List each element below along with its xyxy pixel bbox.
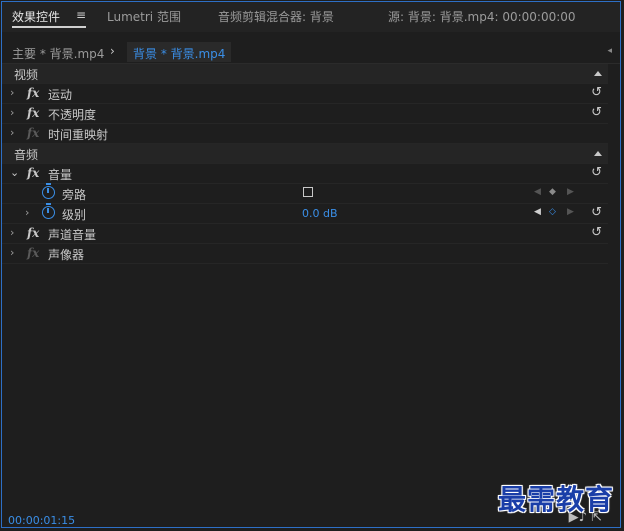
reset-icon[interactable]: ↺: [591, 85, 602, 100]
effect-row-volume[interactable]: ⌄ fx 音量 ↺: [2, 164, 608, 184]
active-tab-indicator: [12, 26, 86, 28]
expand-chevron-icon[interactable]: ›: [10, 226, 14, 239]
effect-row-opacity[interactable]: › fx 不透明度 ↺: [2, 104, 608, 124]
reset-icon[interactable]: ↺: [591, 225, 602, 240]
expand-chevron-icon[interactable]: ›: [10, 86, 14, 99]
effect-row-time-remapping[interactable]: › fx 时间重映射: [2, 124, 608, 144]
section-label: 视频: [14, 68, 39, 82]
level-value[interactable]: 0.0 dB: [302, 207, 338, 220]
effect-row-motion[interactable]: › fx 运动 ↺: [2, 84, 608, 104]
stopwatch-icon[interactable]: [42, 203, 55, 219]
effect-label: 运动: [48, 88, 73, 102]
fx-toggle-icon: fx: [27, 126, 40, 140]
add-keyframe-icon[interactable]: ◇: [549, 207, 556, 217]
add-keyframe-icon[interactable]: ◆: [549, 187, 556, 197]
effect-row-panner[interactable]: › fx 声像器: [2, 244, 608, 264]
collapse-triangle-icon[interactable]: [594, 71, 602, 76]
expand-chevron-icon[interactable]: ›: [10, 246, 14, 259]
chevron-right-icon: ›: [110, 44, 115, 58]
effect-controls-panel: 效果控件 ≡ Lumetri 范围 音频剪辑混合器: 背景 源: 背景: 背景.…: [1, 1, 621, 528]
timeline-toggle-icon[interactable]: ◂: [607, 46, 612, 56]
stopwatch-icon[interactable]: [42, 183, 55, 199]
property-label: 级别: [62, 208, 87, 222]
effect-label: 声道音量: [48, 228, 97, 242]
next-keyframe-icon[interactable]: ▶: [567, 187, 574, 197]
watermark-logo: 最需教育: [498, 483, 615, 516]
master-clip-label[interactable]: 主要 * 背景.mp4: [12, 45, 104, 62]
previous-keyframe-icon[interactable]: ◀: [534, 207, 541, 217]
tab-audio-clip-mixer[interactable]: 音频剪辑混合器: 背景: [218, 8, 334, 25]
effect-label: 不透明度: [48, 108, 97, 122]
effect-list: 视频 › fx 运动 ↺ › fx 不透明度 ↺ › fx 时间重映射 音频 ⌄…: [2, 64, 608, 264]
tab-lumetri-scopes[interactable]: Lumetri 范围: [107, 8, 181, 25]
next-keyframe-icon[interactable]: ▶: [567, 207, 574, 217]
fx-toggle-icon[interactable]: fx: [27, 226, 39, 240]
fx-toggle-icon[interactable]: fx: [27, 86, 39, 100]
property-row-bypass: 旁路 ◀ ◆ ▶: [2, 183, 608, 204]
bypass-checkbox[interactable]: [303, 187, 313, 197]
tab-source-monitor[interactable]: 源: 背景: 背景.mp4: 00:00:00:00: [388, 8, 576, 25]
fx-toggle-icon[interactable]: fx: [27, 106, 39, 120]
reset-icon[interactable]: ↺: [591, 165, 602, 180]
expand-chevron-icon[interactable]: ›: [10, 126, 14, 139]
previous-keyframe-icon[interactable]: ◀: [534, 187, 541, 197]
effect-label: 声像器: [48, 248, 85, 262]
clip-selector-bar: 主要 * 背景.mp4 › 背景 * 背景.mp4 ◂: [2, 42, 620, 64]
section-header-audio[interactable]: 音频: [2, 144, 608, 164]
current-timecode[interactable]: 00:00:01:15: [8, 514, 75, 527]
collapse-triangle-icon[interactable]: [594, 151, 602, 156]
panel-tab-bar: 效果控件 ≡ Lumetri 范围 音频剪辑混合器: 背景 源: 背景: 背景.…: [2, 2, 620, 32]
sequence-clip-label[interactable]: 背景 * 背景.mp4: [127, 42, 232, 62]
fx-toggle-icon: fx: [27, 246, 40, 260]
reset-icon[interactable]: ↺: [591, 105, 602, 120]
effect-label: 音量: [48, 168, 73, 182]
property-row-level: › 级别 0.0 dB ◀ ◇ ▶ ↺: [2, 203, 608, 224]
effect-row-channel-volume[interactable]: › fx 声道音量 ↺: [2, 224, 608, 244]
collapse-chevron-icon[interactable]: ⌄: [10, 166, 19, 179]
property-label: 旁路: [62, 188, 87, 202]
expand-chevron-icon[interactable]: ›: [25, 206, 29, 219]
reset-icon[interactable]: ↺: [591, 205, 602, 220]
panel-menu-icon[interactable]: ≡: [76, 8, 86, 22]
section-header-video[interactable]: 视频: [2, 64, 608, 84]
expand-chevron-icon[interactable]: ›: [10, 106, 14, 119]
fx-toggle-icon[interactable]: fx: [27, 166, 39, 180]
tab-effect-controls[interactable]: 效果控件: [12, 8, 60, 25]
section-label: 音频: [14, 148, 39, 162]
effect-label: 时间重映射: [48, 128, 109, 142]
